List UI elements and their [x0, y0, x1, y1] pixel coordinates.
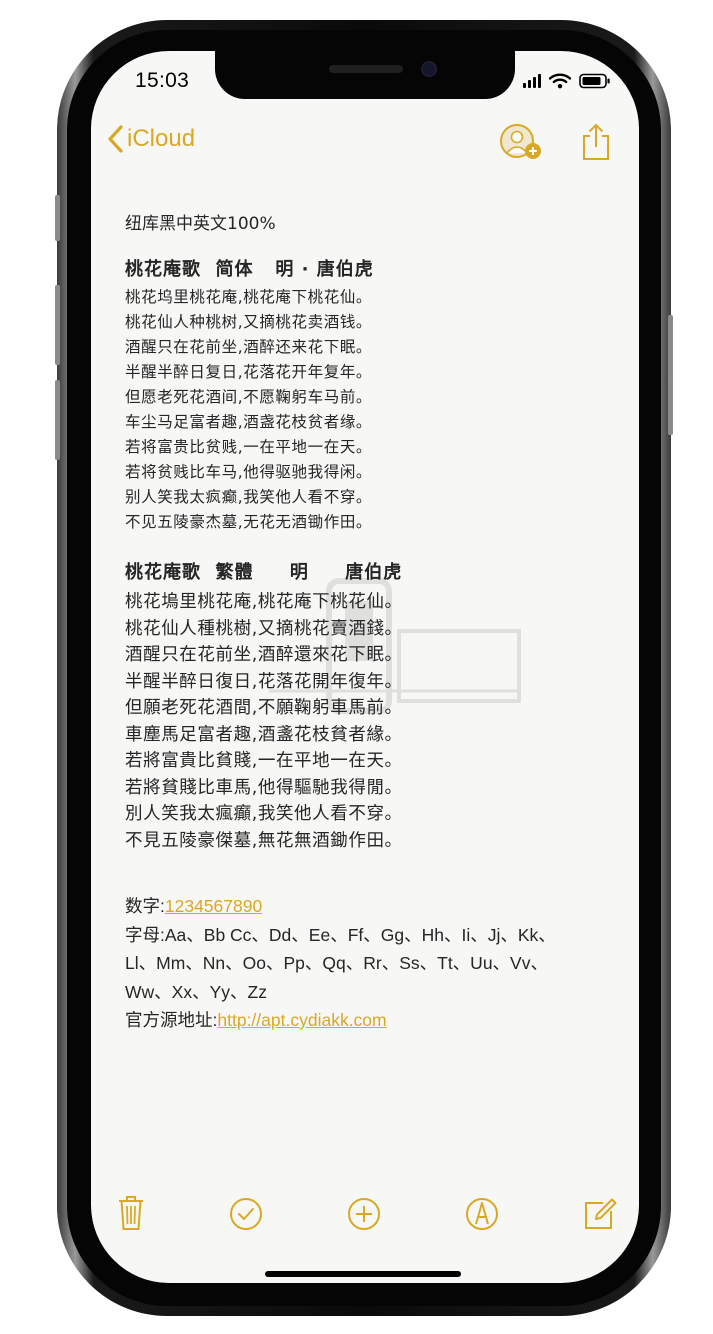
poem-simplified: 桃花坞里桃花庵,桃花庵下桃花仙。 桃花仙人种桃树,又摘桃花卖酒钱。 酒醒只在花前… [125, 285, 615, 535]
note-intro: 纽库黑中英文100% [125, 214, 276, 234]
trash-icon[interactable] [117, 1195, 145, 1231]
source-label: 官方源地址: [125, 1010, 218, 1030]
poem-line: 桃花坞里桃花庵,桃花庵下桃花仙。 [125, 288, 373, 306]
poem-line: 半醒半醉日復日,花落花開年復年。 [125, 671, 403, 692]
poem-line: 若將富貴比貧賤,一在平地一在天。 [125, 751, 403, 771]
poem-line: 桃花仙人种桃树,又摘桃花卖酒钱。 [125, 313, 373, 331]
power-button [668, 315, 673, 435]
poem-line: 半醒半醉日复日,花落花开年复年。 [125, 363, 373, 381]
digits-line: 数字:1234567890 [125, 892, 615, 921]
volume-down-button [55, 380, 60, 460]
poem-line: 别人笑我太疯癫,我笑他人看不穿。 [125, 488, 373, 506]
notch [215, 51, 515, 99]
poem-line: 若将贫贱比车马,他得驱驰我得闲。 [125, 463, 373, 481]
front-camera [421, 61, 437, 77]
markup-icon[interactable] [465, 1195, 499, 1231]
add-person-icon[interactable] [498, 123, 544, 163]
poem-traditional: 桃花塢里桃花庵,桃花庵下桃花仙。 桃花仙人種桃樹,又摘桃花賣酒錢。 酒醒只在花前… [125, 589, 615, 854]
screen: 15:03 iCloud 纽库黑中英文100% 桃花庵歌 简体 明 · 唐伯虎 … [91, 51, 639, 1283]
poem-line: 桃花塢里桃花庵,桃花庵下桃花仙。 [125, 592, 403, 612]
back-button[interactable]: iCloud [107, 125, 195, 153]
poem-line: 但愿老死花酒间,不愿鞠躬车马前。 [125, 388, 373, 406]
poem-line: 若將貧賤比車馬,他得驅馳我得閒。 [125, 777, 403, 798]
back-label: iCloud [127, 125, 196, 152]
poem-line: 若将富贵比贫贱,一在平地一在天。 [125, 438, 373, 456]
battery-icon [579, 73, 610, 89]
compose-icon[interactable] [583, 1195, 617, 1231]
share-icon[interactable] [581, 123, 611, 161]
wifi-icon [549, 73, 571, 89]
volume-up-button [55, 285, 60, 365]
silent-switch [55, 195, 60, 241]
poem-line: 別人笑我太瘋癲,我笑他人看不穿。 [125, 804, 403, 824]
poem-line: 桃花仙人種桃樹,又摘桃花賣酒錢。 [125, 618, 403, 639]
poem-line: 酒醒只在花前坐,酒醉還來花下眠。 [125, 645, 403, 665]
chevron-left-icon [108, 125, 123, 153]
letters-line: 字母:Aa、Bb Cc、Dd、Ee、Ff、Gg、Hh、Ii、Jj、Kk、 [125, 924, 556, 945]
poem-line: 酒醒只在花前坐,酒醉还来花下眠。 [125, 338, 373, 356]
poem-line: 車塵馬足富者趣,酒盞花枝貧者緣。 [125, 724, 403, 745]
poem-line: 不見五陵豪傑墓,無花無酒鋤作田。 [125, 830, 403, 851]
source-url-link[interactable]: http://apt.cydiakk.com [217, 1010, 386, 1030]
poem-heading-simplified: 桃花庵歌 简体 明 · 唐伯虎 [125, 259, 374, 280]
poem-heading-traditional: 桃花庵歌 繁體 明 唐伯虎 [125, 562, 403, 583]
digits-label: 数字: [125, 896, 165, 916]
add-icon[interactable] [347, 1195, 381, 1231]
poem-line: 但願老死花酒間,不願鞠躬車馬前。 [125, 698, 403, 718]
speaker-grille [329, 65, 403, 73]
digits-link[interactable]: 1234567890 [165, 896, 262, 916]
home-indicator[interactable] [265, 1271, 461, 1277]
letters-line: Ll、Mm、Nn、Oo、Pp、Qq、Rr、Ss、Tt、Uu、Vv、 [125, 953, 548, 973]
status-time: 15:03 [135, 69, 190, 92]
checklist-icon[interactable] [229, 1195, 263, 1231]
source-line: 官方源地址:http://apt.cydiakk.com [125, 1006, 615, 1035]
status-indicators [523, 73, 611, 89]
note-body[interactable]: 纽库黑中英文100% 桃花庵歌 简体 明 · 唐伯虎 桃花坞里桃花庵,桃花庵下桃… [125, 211, 615, 1035]
cellular-signal-icon [523, 74, 541, 88]
poem-line: 车尘马足富者趣,酒盏花枝贫者缘。 [125, 413, 373, 431]
poem-line: 不见五陵豪杰墓,无花无酒锄作田。 [125, 513, 373, 531]
letters-line: Ww、Xx、Yy、Zz [125, 981, 267, 1002]
